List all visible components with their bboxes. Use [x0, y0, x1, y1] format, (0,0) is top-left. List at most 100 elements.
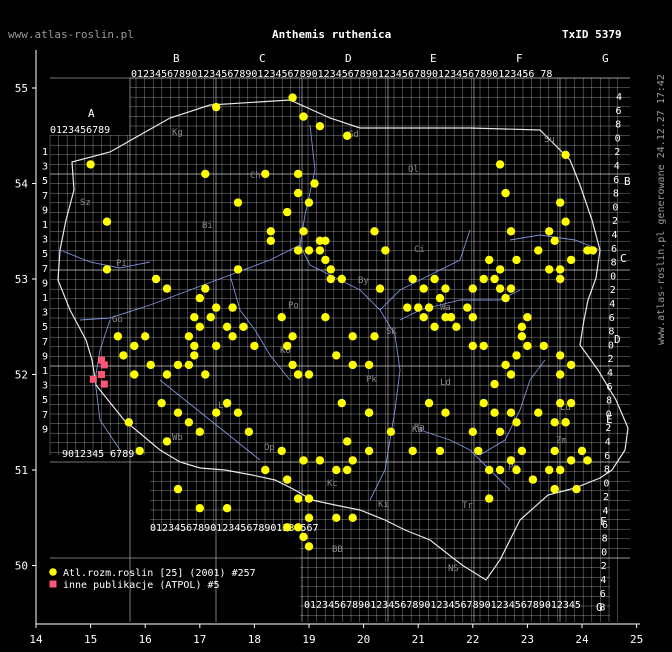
atlas-record-dot: [266, 236, 275, 245]
atlas-record-dot: [321, 313, 330, 322]
atlas-record-dot: [523, 341, 532, 351]
region-label: Pk: [366, 375, 377, 385]
atpol-right-digit: 6: [609, 313, 615, 324]
atpol-right-digit: 8: [611, 258, 617, 269]
atpol-right-digit: 6: [602, 520, 608, 531]
atlas-record-dot: [212, 408, 221, 417]
region-label: Ki: [378, 500, 389, 510]
atlas-record-dot: [561, 418, 570, 427]
y-tick-label: 52: [15, 369, 28, 382]
region-label: NS: [448, 564, 459, 574]
atlas-record-dot: [277, 446, 286, 456]
atlas-record-dot: [566, 360, 576, 370]
y-tick-label: 51: [15, 464, 28, 477]
atlas-record-dot: [239, 322, 248, 331]
atlas-record-dot: [474, 446, 483, 456]
atpol-right-digit: 0: [601, 547, 607, 558]
atlas-record-dot: [495, 427, 505, 436]
atlas-record-dot: [299, 456, 308, 465]
legend-dot-icon: [49, 568, 57, 576]
atlas-record-dot: [343, 437, 352, 446]
atpol-left-digit: 3: [42, 308, 48, 319]
atpol-left-digit: 3: [42, 162, 48, 173]
region-label: By: [358, 276, 369, 286]
atpol-a-top-digits: 0123456789: [50, 125, 110, 136]
atlas-record-dot: [561, 217, 570, 226]
atlas-record-dot: [332, 351, 341, 360]
generated-note-text: www.atlas-roslin.pl generowane 24.12.27 …: [656, 74, 667, 345]
region-label: Ld: [440, 378, 451, 388]
atlas-record-dot: [528, 475, 538, 484]
atlas-record-dot: [545, 227, 554, 236]
atlas-record-dot: [430, 322, 439, 331]
atlas-record-dot: [446, 313, 456, 322]
atlas-record-dot: [364, 360, 374, 370]
atpol-right-digit: 8: [608, 327, 614, 338]
region-label: Sz: [80, 198, 91, 208]
atlas-record-dot: [201, 169, 210, 179]
atpol-left-digit: 9: [42, 205, 48, 216]
atpol-right-digit: 2: [605, 423, 611, 434]
atlas-record-dot: [512, 255, 521, 265]
atlas-record-dot: [468, 313, 477, 322]
atlas-record-dot: [556, 370, 565, 379]
atpol-left-digit: 9: [42, 351, 48, 362]
legend-label: Atl.rozm.roslin [25] (2001) #257: [63, 568, 256, 579]
atlas-record-dot: [277, 313, 286, 322]
atlas-record-dot: [534, 408, 543, 417]
atpol-left-digit: 1: [42, 220, 48, 231]
atlas-record-dot: [261, 169, 270, 179]
atpol-right-digit: 8: [604, 465, 610, 476]
x-tick-label: 18: [248, 633, 261, 646]
atpol-bottom-digits: 0123456789012345678901234567: [150, 523, 319, 534]
atpol-right-digit: 8: [599, 603, 605, 614]
atpol-left-digit: 5: [42, 249, 48, 260]
atlas-record-dot: [435, 293, 445, 303]
site-url[interactable]: www.atlas-roslin.pl: [8, 28, 134, 41]
atlas-record-dot: [348, 360, 357, 370]
atpol-top-letter: B: [173, 52, 180, 65]
atlas-record-dot: [315, 122, 325, 131]
atpol-left-letter: A: [88, 107, 95, 120]
atlas-record-dot: [485, 255, 494, 265]
x-tick-label: 23: [521, 633, 534, 646]
atlas-record-dot: [195, 427, 204, 436]
x-tick-label: 24: [575, 633, 589, 646]
atlas-record-dot: [408, 274, 417, 284]
legend-label: inne publikacje (ATPOL) #5: [63, 580, 220, 591]
atlas-record-dot: [190, 341, 199, 351]
atlas-record-dot: [490, 408, 499, 417]
atlas-record-dot: [556, 465, 565, 475]
atlas-record-dot: [485, 494, 494, 503]
atlas-record-dot: [228, 303, 237, 312]
atlas-record-dot: [304, 513, 314, 522]
atlas-record-dot: [326, 265, 335, 274]
atpol-top-letter: C: [259, 52, 266, 65]
region-label: Ch: [250, 171, 261, 181]
atlas-record-dot: [86, 160, 95, 169]
atlas-record-dot: [517, 322, 527, 331]
atpol-top-letter: G: [602, 52, 609, 65]
atlas-record-dot: [485, 465, 494, 475]
atpol-right-digit: 8: [602, 534, 608, 545]
region-label: BB: [332, 545, 343, 555]
atpol-left-digit: 7: [42, 264, 48, 275]
atlas-record-dot: [370, 332, 379, 341]
atpol-right-digit: 8: [606, 396, 612, 407]
atpol-right-letter: D: [614, 333, 621, 346]
atlas-record-dot: [452, 322, 461, 331]
atlas-record-dot: [343, 131, 352, 140]
region-label: Ci: [414, 245, 425, 255]
x-tick-label: 15: [84, 633, 97, 646]
region-label: Kc: [327, 479, 338, 489]
atlas-record-dot: [162, 370, 172, 379]
atlas-record-dot: [348, 332, 357, 341]
atpol-left-bottom-digits: 9012345 6789: [62, 449, 134, 460]
atlas-record-dot: [173, 484, 183, 494]
atpol-right-digit: 4: [605, 437, 611, 448]
atlas-record-dot: [326, 274, 335, 284]
legend-square-icon: [49, 580, 57, 588]
atlas-record-dot: [173, 408, 183, 417]
atlas-record-dot: [512, 351, 521, 360]
region-label: SK: [386, 327, 397, 337]
